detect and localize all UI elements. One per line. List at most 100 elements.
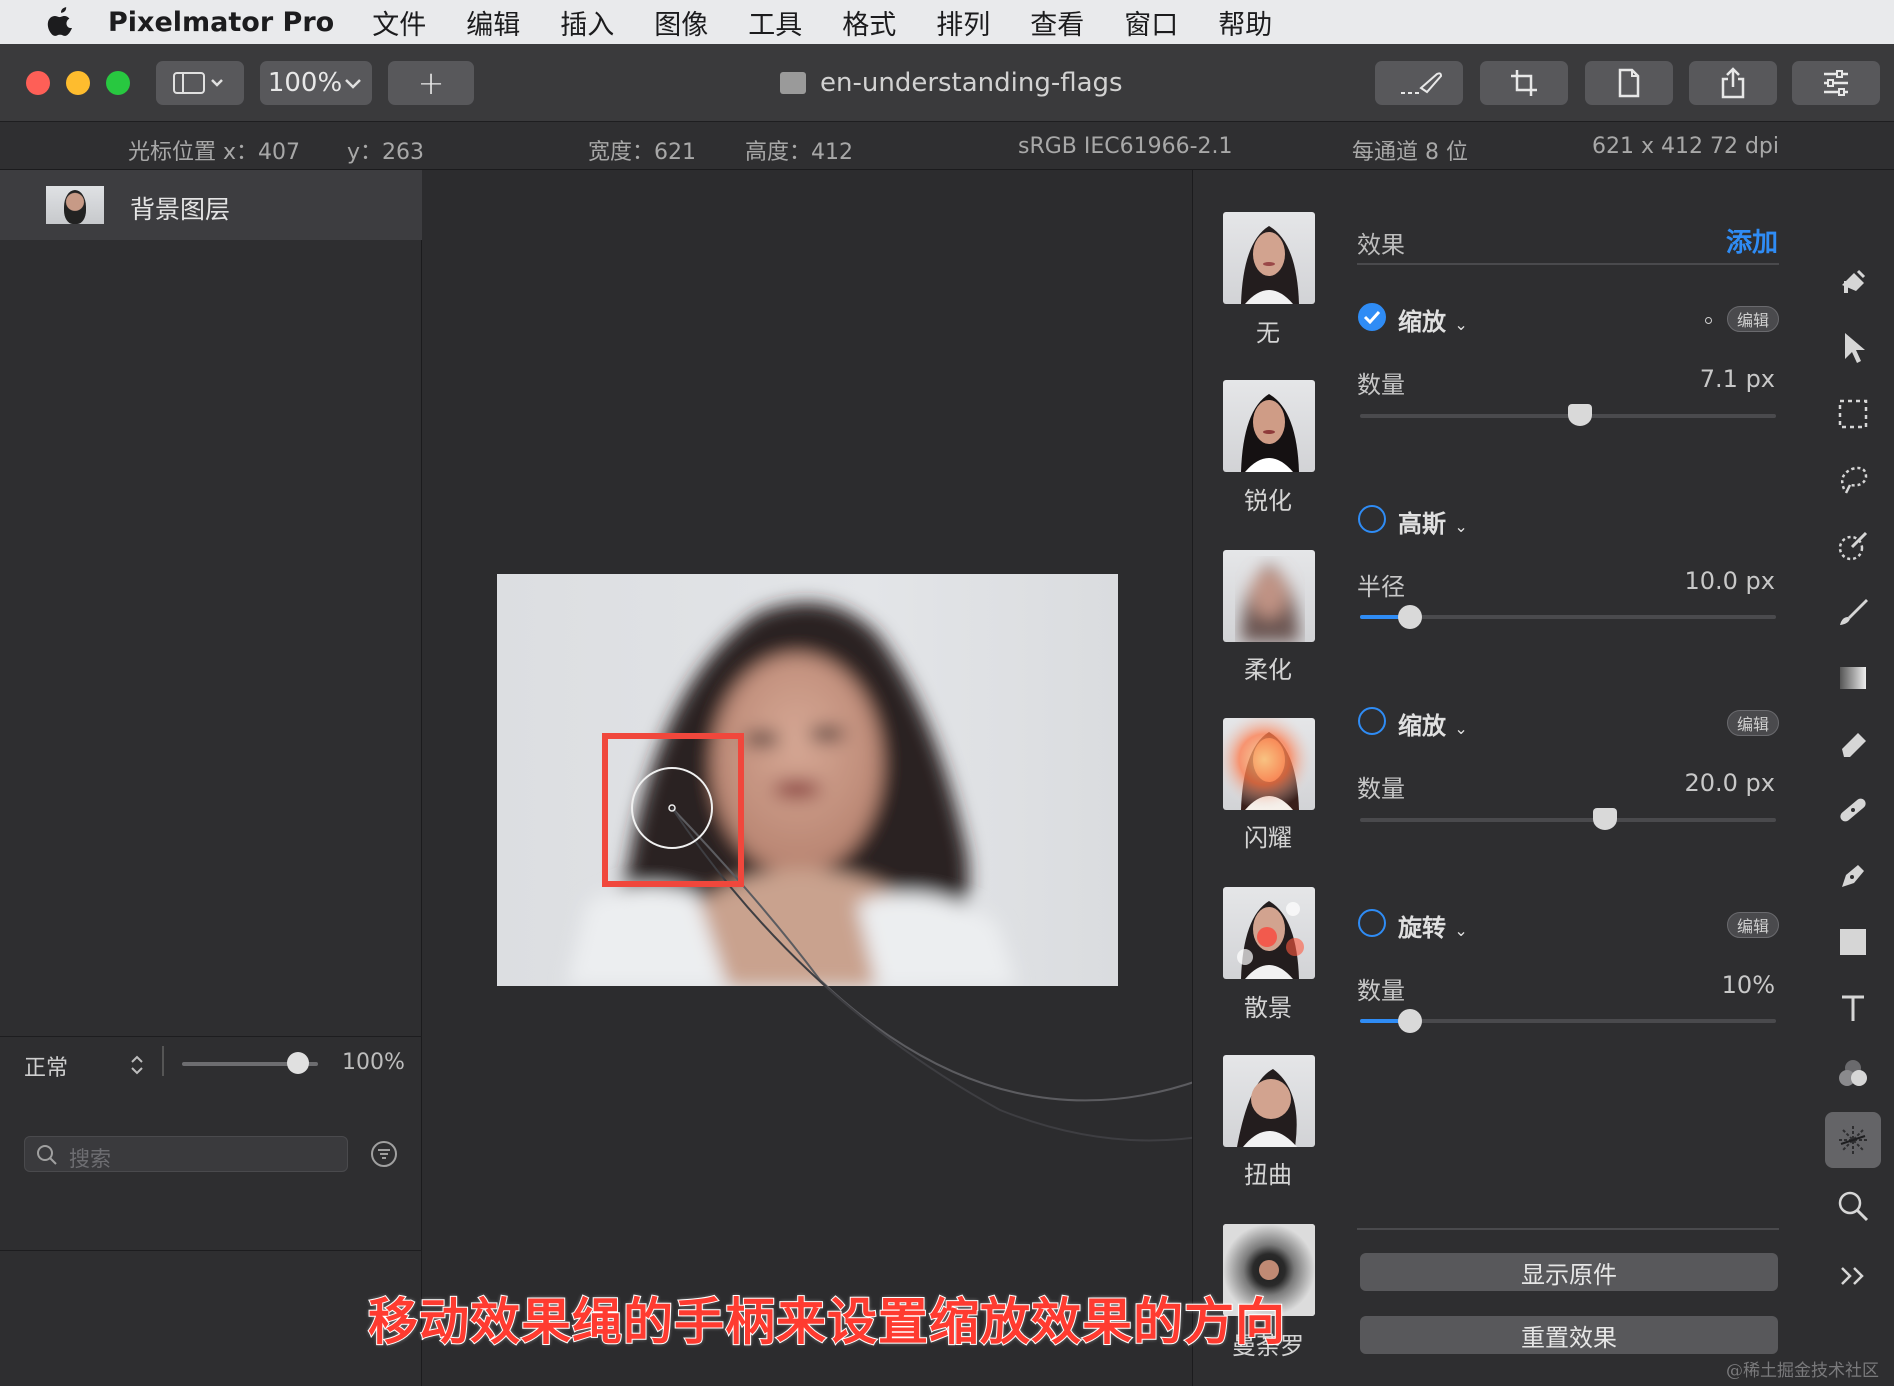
effect-3-name[interactable]: 缩放 ⌄ (1398, 706, 1468, 741)
divider (1357, 1228, 1779, 1230)
more-icon[interactable] (1825, 1248, 1881, 1304)
sidebar-toggle-button[interactable] (156, 61, 244, 105)
watermark: @稀土掘金技术社区 (1726, 1361, 1879, 1381)
crop-button[interactable] (1480, 61, 1568, 105)
share-button[interactable] (1689, 61, 1777, 105)
gradient-icon[interactable] (1825, 650, 1881, 706)
color-adjust-icon[interactable] (1825, 1046, 1881, 1102)
paint-bucket-icon[interactable] (1825, 254, 1881, 310)
minimize-window-button[interactable] (66, 71, 90, 95)
chevron-down-icon: ⌄ (1454, 517, 1468, 536)
resolution-readout: 621 x 412 72 dpi (1592, 134, 1780, 159)
eraser-icon[interactable] (1825, 716, 1881, 772)
opacity-value: 100% (342, 1050, 405, 1075)
divider (162, 1046, 164, 1076)
bandage-icon[interactable] (1825, 782, 1881, 838)
effect-4-slider[interactable] (1360, 1009, 1776, 1033)
preset-label-soften: 柔化 (1244, 656, 1292, 684)
preset-thumbnail-soften[interactable] (1223, 550, 1315, 642)
menu-help[interactable]: 帮助 (1218, 3, 1272, 42)
effect-2-slider-knob[interactable] (1397, 605, 1422, 629)
marquee-icon[interactable] (1825, 386, 1881, 442)
filter-icon[interactable] (370, 1140, 398, 1168)
updown-chevron-icon (131, 1055, 143, 1075)
document-icon (1618, 68, 1640, 98)
close-window-button[interactable] (26, 71, 50, 95)
plus-icon: + (417, 64, 445, 102)
format-button[interactable] (1585, 61, 1673, 105)
menu-insert[interactable]: 插入 (560, 3, 614, 42)
zoom-window-button[interactable] (106, 71, 130, 95)
add-effect-button[interactable]: 添加 (1726, 222, 1778, 259)
menu-image[interactable]: 图像 (654, 3, 708, 42)
menu-file[interactable]: 文件 (372, 3, 426, 42)
search-icon (37, 1145, 57, 1165)
preset-thumbnail-distort[interactable] (1223, 1055, 1315, 1147)
effect-1-toggle[interactable] (1358, 303, 1386, 331)
menu-arrange[interactable]: 排列 (936, 3, 990, 42)
preset-thumbnail-glow[interactable] (1223, 718, 1315, 810)
magic-select-icon[interactable] (1825, 518, 1881, 574)
menu-window[interactable]: 窗口 (1124, 3, 1178, 42)
sliders-icon (1824, 70, 1848, 96)
opacity-slider-knob[interactable] (286, 1052, 309, 1074)
zoom-level-dropdown[interactable]: 100% (260, 61, 372, 105)
show-original-button[interactable]: 显示原件 (1360, 1253, 1778, 1291)
lasso-icon[interactable] (1825, 452, 1881, 508)
layer-row[interactable]: 背景图层 (0, 170, 422, 240)
add-button[interactable]: + (388, 61, 474, 105)
menu-format[interactable]: 格式 (842, 3, 896, 42)
sidebar-icon (173, 72, 223, 94)
arrow-icon[interactable] (1825, 320, 1881, 376)
effect-2-toggle[interactable] (1358, 505, 1386, 533)
pen-icon[interactable] (1825, 848, 1881, 904)
zoom-icon[interactable] (1825, 1178, 1881, 1234)
preset-thumbnail-none[interactable] (1223, 212, 1315, 304)
effect-3-edit-button[interactable]: 编辑 (1727, 710, 1779, 736)
cursor-x-readout: 光标位置 x：407 (128, 140, 301, 165)
reset-effects-button[interactable]: 重置效果 (1360, 1316, 1778, 1354)
effect-1-param-label: 数量 (1357, 371, 1405, 399)
text-icon[interactable] (1825, 980, 1881, 1036)
preset-label-bokeh: 散景 (1244, 994, 1292, 1022)
effect-3-param-value: 20.0 px (1684, 769, 1775, 797)
effect-1-name[interactable]: 缩放 ⌄ (1398, 302, 1468, 337)
preset-thumbnail-sharpen[interactable] (1223, 380, 1315, 472)
shape-icon[interactable] (1825, 914, 1881, 970)
menu-view[interactable]: 查看 (1030, 3, 1084, 42)
effect-3-slider[interactable] (1360, 808, 1776, 830)
bit-depth-readout: 每通道 8 位 (1352, 140, 1468, 165)
effect-2-name[interactable]: 高斯 ⌄ (1398, 504, 1468, 539)
rope-anchor-dot[interactable] (1705, 317, 1712, 324)
opacity-slider[interactable] (182, 1052, 318, 1074)
chevron-down-icon (345, 79, 362, 89)
divider (1357, 263, 1779, 265)
layer-search-input[interactable]: 搜索 (24, 1136, 348, 1172)
blend-mode-select[interactable]: 正常 (24, 1050, 68, 1082)
effect-3-toggle[interactable] (1358, 707, 1386, 735)
search-placeholder: 搜索 (69, 1147, 111, 1171)
effect-4-toggle[interactable] (1358, 909, 1386, 937)
retouch-tool-button[interactable] (1375, 61, 1463, 105)
preset-thumbnail-bokeh[interactable] (1223, 887, 1315, 979)
effects-icon[interactable] (1825, 1112, 1881, 1168)
brush-stroke-icon (1401, 72, 1443, 94)
layer-name: 背景图层 (130, 195, 231, 224)
brush-icon[interactable] (1825, 584, 1881, 640)
info-bar: 光标位置 x：407 y：263 宽度：621 高度：412 sRGB IEC6… (0, 122, 1894, 170)
apple-logo-icon[interactable] (40, 7, 80, 36)
effect-4-slider-knob[interactable] (1397, 1009, 1422, 1033)
effect-1-slider[interactable] (1360, 404, 1776, 426)
effects-title: 效果 (1357, 231, 1405, 259)
effect-2-slider[interactable] (1360, 605, 1776, 629)
menu-edit[interactable]: 编辑 (466, 3, 520, 42)
effect-3-param-label: 数量 (1357, 775, 1405, 803)
tutorial-caption: 移动效果绳的手柄来设置缩放效果的方向 (367, 1292, 1286, 1352)
effect-4-name[interactable]: 旋转 ⌄ (1398, 908, 1468, 943)
menu-tools[interactable]: 工具 (748, 3, 802, 42)
effect-1-edit-button[interactable]: 编辑 (1727, 306, 1779, 332)
tool-options-button[interactable] (1792, 61, 1880, 105)
app-menu[interactable]: Pixelmator Pro (108, 7, 334, 38)
effect-4-edit-button[interactable]: 编辑 (1727, 912, 1779, 938)
effect-4-param-label: 数量 (1357, 977, 1405, 1005)
